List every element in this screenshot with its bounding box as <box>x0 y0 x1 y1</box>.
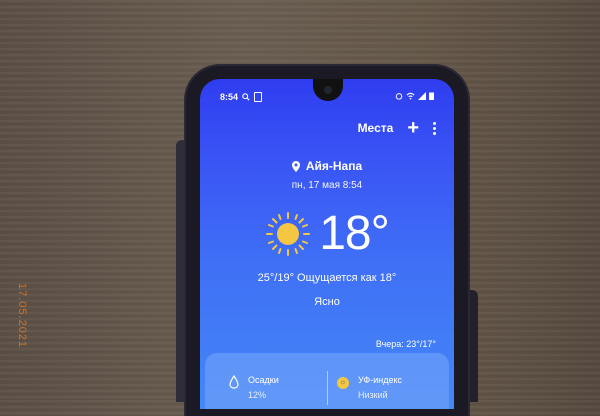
current-temperature: 18° <box>319 207 390 260</box>
places-button[interactable]: Места <box>358 121 394 135</box>
location-header: Айя-Напа <box>200 159 454 173</box>
precipitation-metric: Осадки 12% <box>229 375 279 400</box>
search-icon <box>242 93 250 101</box>
weather-app-screen: 8:54 Места + Айя-Напа пн, 17 мая 8:54 18… <box>200 79 454 409</box>
precipitation-value: 12% <box>248 390 267 400</box>
precipitation-label: Осадки <box>248 375 279 385</box>
uv-value: Низкий <box>358 390 388 400</box>
status-bar-left: 8:54 <box>220 92 263 102</box>
notification-icon <box>254 92 263 102</box>
app-bar: Места + <box>358 118 436 138</box>
status-bar-right <box>395 92 434 100</box>
uv-index-icon: ☼ <box>337 377 349 389</box>
uv-label: УФ-индекс <box>358 375 403 385</box>
battery-icon <box>429 92 434 100</box>
location-pin-icon <box>291 160 300 172</box>
signal-icon <box>418 92 426 100</box>
yesterday-temperature: Вчера: 23°/17° <box>375 339 436 349</box>
raindrop-icon <box>229 375 239 389</box>
wifi-icon <box>406 92 415 100</box>
more-vertical-icon[interactable] <box>433 121 436 135</box>
current-temperature-row: 18° <box>200 209 454 259</box>
uv-metric: ☼ УФ-индекс Низкий <box>337 375 402 400</box>
alarm-icon <box>395 93 403 100</box>
weather-condition: Ясно <box>314 296 340 308</box>
front-camera <box>324 86 332 94</box>
plus-icon[interactable]: + <box>407 118 419 138</box>
details-card[interactable]: Осадки 12% ☼ УФ-индекс Низкий <box>205 353 449 409</box>
date-time: пн, 17 мая 8:54 <box>291 180 363 191</box>
high-low-feels-like: 25°/19° Ощущается как 18° <box>257 272 397 284</box>
city-name: Айя-Напа <box>305 159 363 173</box>
status-time: 8:54 <box>220 92 239 102</box>
camera-notch <box>313 79 343 101</box>
photo-date-stamp: 17.05.2021 <box>16 283 28 349</box>
sun-icon <box>266 212 311 256</box>
